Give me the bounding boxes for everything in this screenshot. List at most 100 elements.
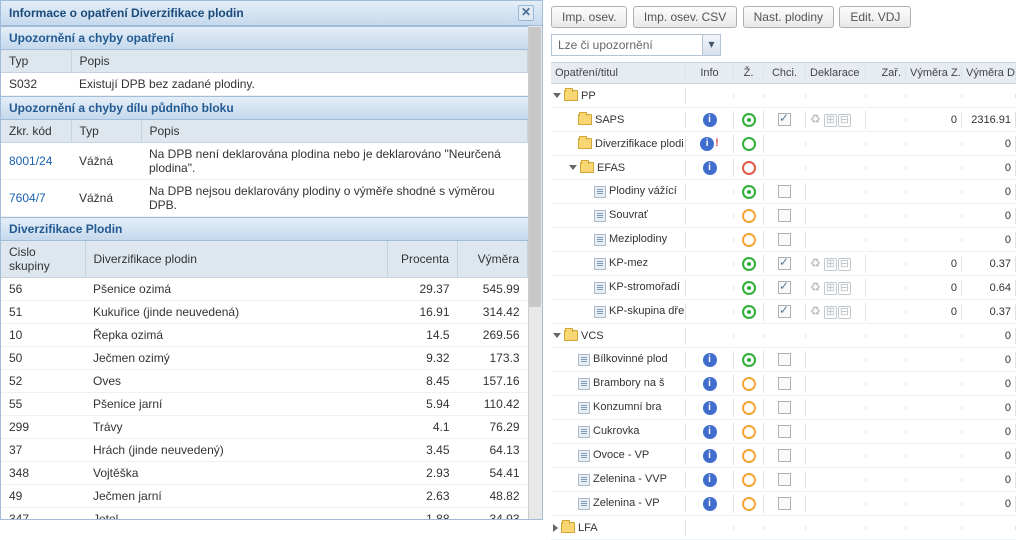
checkbox[interactable] xyxy=(778,209,791,222)
table-row: 37Hrách (jinde neuvedený)3.4564.13 xyxy=(1,439,528,462)
tree-label: EFAS xyxy=(551,160,686,176)
cell-popis: Existují DPB bez zadané plodiny. xyxy=(71,73,528,96)
cell-vymd: 0 xyxy=(962,208,1016,224)
tree-row[interactable]: Brambory na ši0 xyxy=(551,372,1016,396)
toggle-icon[interactable] xyxy=(569,165,577,170)
cell-sk: 56 xyxy=(1,278,85,301)
tree-row[interactable]: Zelenina - VVPi0 xyxy=(551,468,1016,492)
info-icon[interactable]: i xyxy=(703,473,717,487)
cell-vymd xyxy=(962,526,1016,530)
tree-row[interactable]: Bílkovinné plodi0 xyxy=(551,348,1016,372)
info-icon[interactable]: i xyxy=(703,449,717,463)
info-icon[interactable]: i xyxy=(703,353,717,367)
checkbox[interactable] xyxy=(778,113,791,126)
btn-edit-vdj[interactable]: Edit. VDJ xyxy=(839,6,911,28)
folder-icon xyxy=(564,90,578,101)
tree-row[interactable]: Cukrovkai0 xyxy=(551,420,1016,444)
checkbox[interactable] xyxy=(778,233,791,246)
tree-row[interactable]: PP xyxy=(551,84,1016,108)
recycle-icon[interactable] xyxy=(810,305,823,318)
table-row: 55Pšenice jarní5.94110.42 xyxy=(1,393,528,416)
item-icon xyxy=(578,450,590,462)
tree-row[interactable]: Souvrať0 xyxy=(551,204,1016,228)
toggle-icon[interactable] xyxy=(553,93,561,98)
table-row: 8001/24VážnáNa DPB není deklarována plod… xyxy=(1,143,528,180)
col-zar: Zař. xyxy=(866,65,906,81)
tree-row[interactable]: Meziplodiny0 xyxy=(551,228,1016,252)
tree-row[interactable]: Ovoce - VPi0 xyxy=(551,444,1016,468)
info-icon[interactable]: i xyxy=(703,425,717,439)
cell-kod[interactable]: 7604/7 xyxy=(1,180,71,217)
checkbox[interactable] xyxy=(778,257,791,270)
cell-vymz xyxy=(906,166,962,170)
tree-row[interactable]: Plodiny vážící0 xyxy=(551,180,1016,204)
info-icon[interactable]: i xyxy=(703,377,717,391)
status-icon xyxy=(742,113,756,127)
checkbox[interactable] xyxy=(778,305,791,318)
info-icon[interactable]: i xyxy=(703,497,717,511)
btn-imp-osev[interactable]: Imp. osev. xyxy=(551,6,627,28)
cell-sk: 299 xyxy=(1,416,85,439)
tree-row[interactable]: KP-stromořadí⊞⊟00.64 xyxy=(551,276,1016,300)
item-icon xyxy=(594,210,606,222)
checkbox[interactable] xyxy=(778,401,791,414)
scrollbar-thumb[interactable] xyxy=(529,27,541,307)
close-icon[interactable]: ✕ xyxy=(518,5,534,21)
checkbox[interactable] xyxy=(778,377,791,390)
table-row: 52Oves8.45157.16 xyxy=(1,370,528,393)
cell-typ: S032 xyxy=(1,73,71,96)
info-icon[interactable]: i xyxy=(703,401,717,415)
cell-div: Pšenice ozimá xyxy=(85,278,388,301)
decl-icons[interactable]: ⊞⊟ xyxy=(824,306,852,318)
cell-vymd: 0 xyxy=(962,400,1016,416)
cell-pct: 2.63 xyxy=(388,485,458,508)
item-icon xyxy=(578,402,590,414)
toggle-icon[interactable] xyxy=(553,524,558,532)
chevron-down-icon[interactable]: ▾ xyxy=(702,35,720,55)
decl-icons[interactable]: ⊞⊟ xyxy=(824,258,852,270)
recycle-icon[interactable] xyxy=(810,257,823,270)
checkbox[interactable] xyxy=(778,473,791,486)
decl-icons[interactable]: ⊞⊟ xyxy=(824,114,852,126)
toggle-icon[interactable] xyxy=(553,333,561,338)
checkbox[interactable] xyxy=(778,353,791,366)
cell-vymd: 0 xyxy=(962,376,1016,392)
cell-vym: 34.93 xyxy=(458,508,528,520)
item-icon xyxy=(578,498,590,510)
checkbox[interactable] xyxy=(778,185,791,198)
tree-row[interactable]: KP-skupina dře⊞⊟00.37 xyxy=(551,300,1016,324)
cell-vymd: 0 xyxy=(962,184,1016,200)
checkbox[interactable] xyxy=(778,281,791,294)
checkbox[interactable] xyxy=(778,425,791,438)
recycle-icon[interactable] xyxy=(810,113,823,126)
cell-typ: Vážná xyxy=(71,143,141,180)
info-icon[interactable]: i xyxy=(703,113,717,127)
tree-row[interactable]: EFASi0 xyxy=(551,156,1016,180)
cell-vymz xyxy=(906,502,962,506)
btn-imp-osev-csv[interactable]: Imp. osev. CSV xyxy=(633,6,737,28)
filter-combo[interactable]: ▾ xyxy=(551,34,721,56)
cell-vymd: 2316.91 xyxy=(962,112,1016,128)
decl-icons[interactable]: ⊞⊟ xyxy=(824,282,852,294)
info-icon[interactable]: i xyxy=(703,161,717,175)
tree-row[interactable]: Zelenina - VPi0 xyxy=(551,492,1016,516)
checkbox[interactable] xyxy=(778,449,791,462)
checkbox[interactable] xyxy=(778,497,791,510)
info-icon[interactable]: i xyxy=(700,137,714,151)
tree-row[interactable]: KP-mez⊞⊟00.37 xyxy=(551,252,1016,276)
scrollbar[interactable] xyxy=(528,26,542,519)
col-info: Info xyxy=(686,65,734,81)
tree-row[interactable]: VCS0 xyxy=(551,324,1016,348)
tree-row[interactable]: Konzumní brai0 xyxy=(551,396,1016,420)
tree-row[interactable]: SAPSi⊞⊟02316.91 xyxy=(551,108,1016,132)
cell-vymz: 0 xyxy=(906,256,962,272)
btn-nast-plodiny[interactable]: Nast. plodiny xyxy=(743,6,834,28)
tree-row[interactable]: Diverzifikace plodii!0 xyxy=(551,132,1016,156)
cell-pct: 3.45 xyxy=(388,439,458,462)
cell-kod[interactable]: 8001/24 xyxy=(1,143,71,180)
status-icon xyxy=(742,449,756,463)
tree-label: KP-stromořadí xyxy=(551,279,686,295)
recycle-icon[interactable] xyxy=(810,281,823,294)
cell-div: Kukuřice (jinde neuvedená) xyxy=(85,301,388,324)
filter-input[interactable] xyxy=(552,35,697,55)
